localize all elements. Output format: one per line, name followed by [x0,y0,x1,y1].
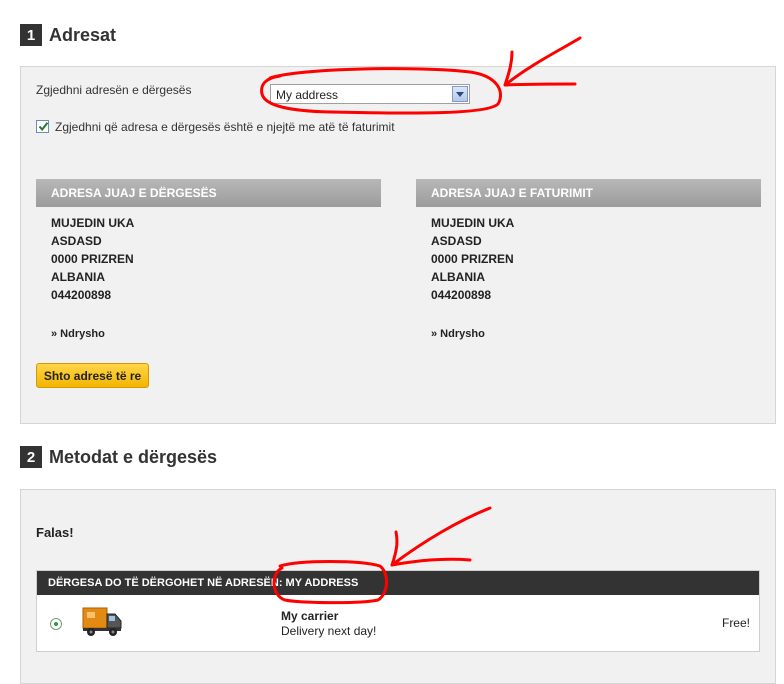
carrier-radio[interactable] [50,618,62,630]
step-1-header: 1 Adresat [20,24,116,46]
same-address-checkbox[interactable] [36,120,49,133]
step-title: Metodat e dërgesës [49,446,218,467]
free-shipping-label: Falas! [36,525,74,540]
carrier-price: Free! [721,616,750,630]
step-2-header: 2 Metodat e dërgesës [20,446,217,468]
address-line: ASDASD [51,234,102,248]
delivery-address-title: ADRESA JUAJ E DËRGESËS [36,179,381,207]
address-line: ASDASD [431,234,482,248]
address-line: ALBANIA [431,270,485,284]
carrier-table: DËRGESA DO TË DËRGOHET NË ADRESËN: MY AD… [36,570,760,652]
invoice-address-title: ADRESA JUAJ E FATURIMIT [416,179,761,207]
address-line: MUJEDIN UKA [431,216,515,230]
address-line: 0000 PRIZREN [431,252,514,266]
add-address-button[interactable]: Shto adresë të re [36,363,149,388]
delivery-change-link[interactable]: » Ndrysho [51,328,105,340]
step-number: 1 [20,24,42,46]
delivery-address-select[interactable]: My address [270,84,470,104]
same-address-label: Zgjedhni që adresa e dërgesës është e nj… [55,120,395,134]
invoice-change-link[interactable]: » Ndrysho [431,328,485,340]
step-title: Adresat [49,24,117,45]
shipping-destination-header: DËRGESA DO TË DËRGOHET NË ADRESËN: MY AD… [37,571,759,595]
delivery-address-label: Zgjedhni adresën e dërgesës [36,83,192,97]
carrier-name: My carrier [281,609,339,623]
address-line: 044200898 [431,288,492,302]
delivery-address-lines: MUJEDIN UKA ASDASD 0000 PRIZREN ALBANIA … [51,214,134,304]
address-line: 0000 PRIZREN [51,252,134,266]
address-line: ALBANIA [51,270,105,284]
chevron-down-icon[interactable] [452,86,468,102]
invoice-address-lines: MUJEDIN UKA ASDASD 0000 PRIZREN ALBANIA … [431,214,514,304]
carrier-delay: Delivery next day! [281,624,377,638]
address-line: 044200898 [51,288,112,302]
step-number: 2 [20,446,42,468]
truck-icon [81,604,125,643]
address-line: MUJEDIN UKA [51,216,135,230]
select-value: My address [276,88,339,102]
